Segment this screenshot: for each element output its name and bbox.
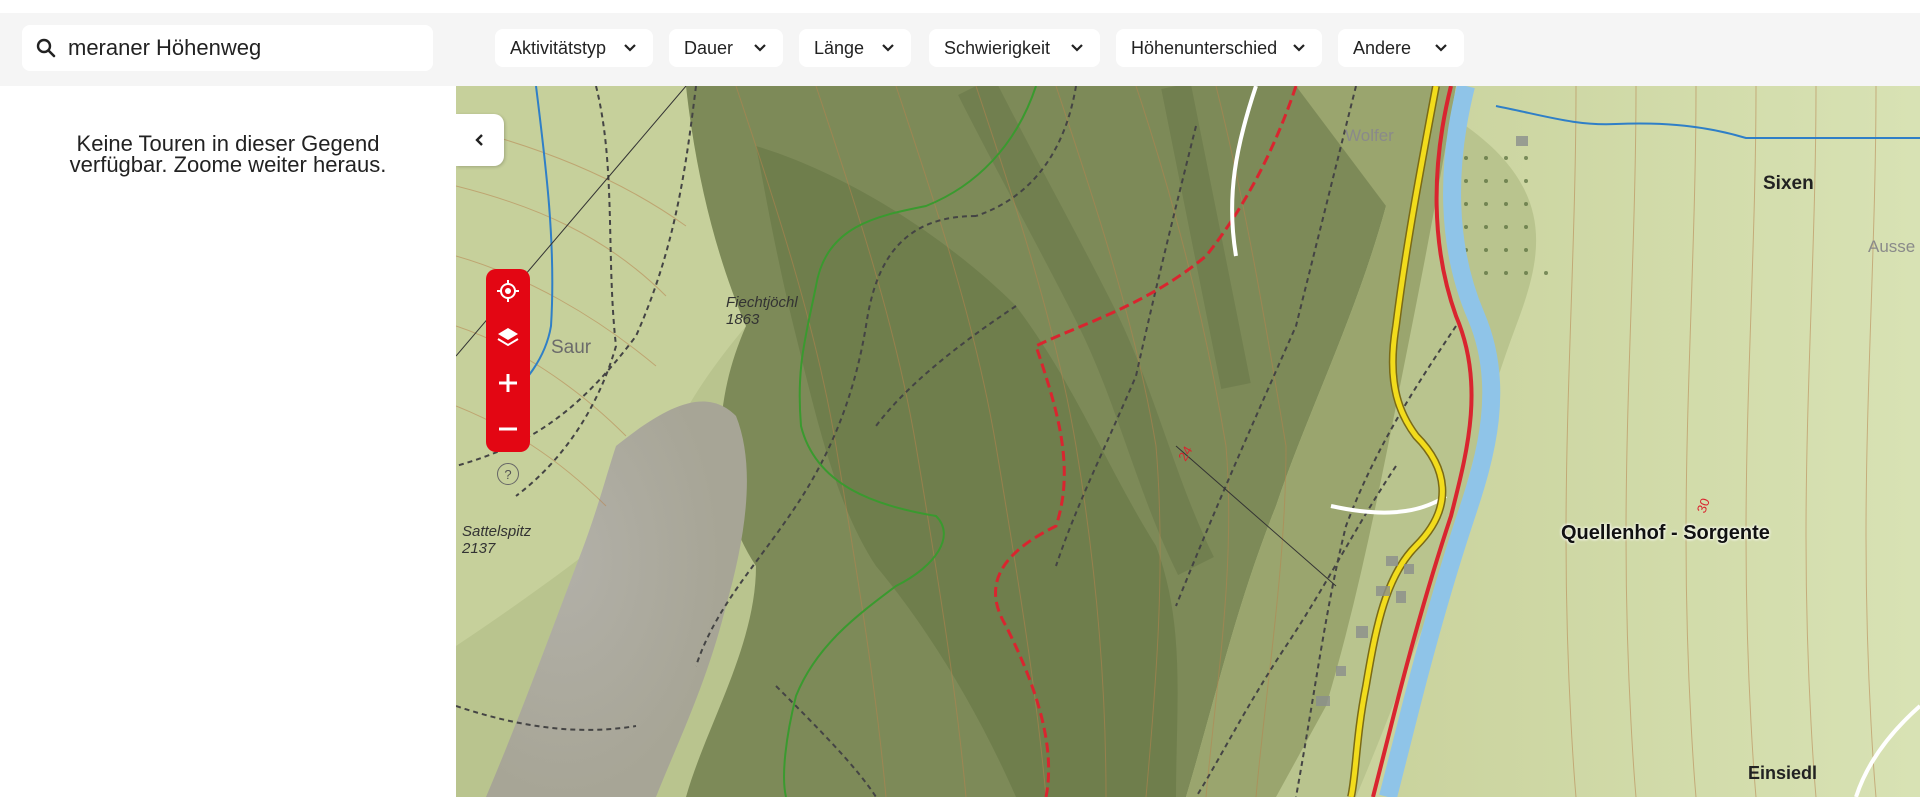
filter-activity-type[interactable]: Aktivitätstyp: [495, 29, 653, 67]
filter-difficulty[interactable]: Schwierigkeit: [929, 29, 1100, 67]
search-input[interactable]: [68, 35, 428, 61]
map-label-quellenhof: Quellenhof - Sorgente: [1561, 522, 1770, 544]
map-controls: [486, 269, 530, 452]
zoom-in-button[interactable]: [486, 361, 530, 405]
map-view[interactable]: Fiechtjöchl 1863 Saur Sattelspitz 2137 W…: [456, 86, 1920, 797]
filter-bar: Aktivitätstyp Dauer Länge Schwierigkeit …: [0, 0, 1920, 86]
map-terrain: [456, 86, 1920, 797]
help-icon[interactable]: ?: [497, 463, 519, 485]
search-icon: [36, 38, 56, 58]
map-label-sattelspitz: Sattelspitz 2137: [462, 523, 531, 557]
locate-me-button[interactable]: [486, 269, 530, 313]
chevron-down-icon: [624, 44, 636, 52]
peak-name: Fiechtjöchl: [726, 294, 798, 311]
filter-label: Aktivitätstyp: [510, 37, 607, 58]
minus-icon: [499, 427, 517, 431]
chevron-down-icon: [754, 44, 766, 52]
map-label-fiechtjoechl: Fiechtjöchl 1863: [726, 294, 798, 328]
chevron-down-icon: [1293, 44, 1305, 52]
collapse-sidebar-button[interactable]: [456, 114, 504, 166]
results-sidebar: Keine Touren in dieser Gegend verfügbar.…: [0, 86, 456, 797]
chevron-down-icon: [1435, 44, 1447, 52]
map-label-wolfer: Wolfer: [1345, 126, 1394, 145]
filter-duration[interactable]: Dauer: [669, 29, 783, 67]
chevron-left-icon: [475, 134, 483, 146]
search-box[interactable]: [22, 25, 433, 71]
peak-altitude: 1863: [726, 311, 760, 328]
peak-altitude: 2137: [462, 540, 496, 557]
map-label-sixen: Sixen: [1763, 173, 1814, 194]
map-label-saur: Saur: [551, 337, 592, 358]
filter-label: Schwierigkeit: [944, 37, 1051, 58]
filter-label: Höhenunterschied: [1131, 37, 1278, 58]
filter-other[interactable]: Andere: [1338, 29, 1464, 67]
empty-results-message: Keine Touren in dieser Gegend verfügbar.…: [69, 131, 387, 177]
filter-label: Länge: [814, 37, 865, 58]
filter-length[interactable]: Länge: [799, 29, 911, 67]
map-label-ausse: Ausse: [1868, 237, 1916, 256]
peak-name: Sattelspitz: [462, 523, 532, 540]
zoom-out-button[interactable]: [486, 407, 530, 451]
plus-icon: [499, 374, 517, 392]
filter-elevation[interactable]: Höhenunterschied: [1116, 29, 1322, 67]
filter-label: Dauer: [684, 37, 734, 58]
map-layers-button[interactable]: [486, 315, 530, 359]
crosshair-icon: [497, 280, 519, 302]
map-label-einsiedl: Einsiedl: [1748, 763, 1818, 783]
layers-icon: [497, 328, 519, 347]
filter-label: Andere: [1353, 37, 1412, 58]
chevron-down-icon: [882, 44, 894, 52]
chevron-down-icon: [1071, 44, 1083, 52]
